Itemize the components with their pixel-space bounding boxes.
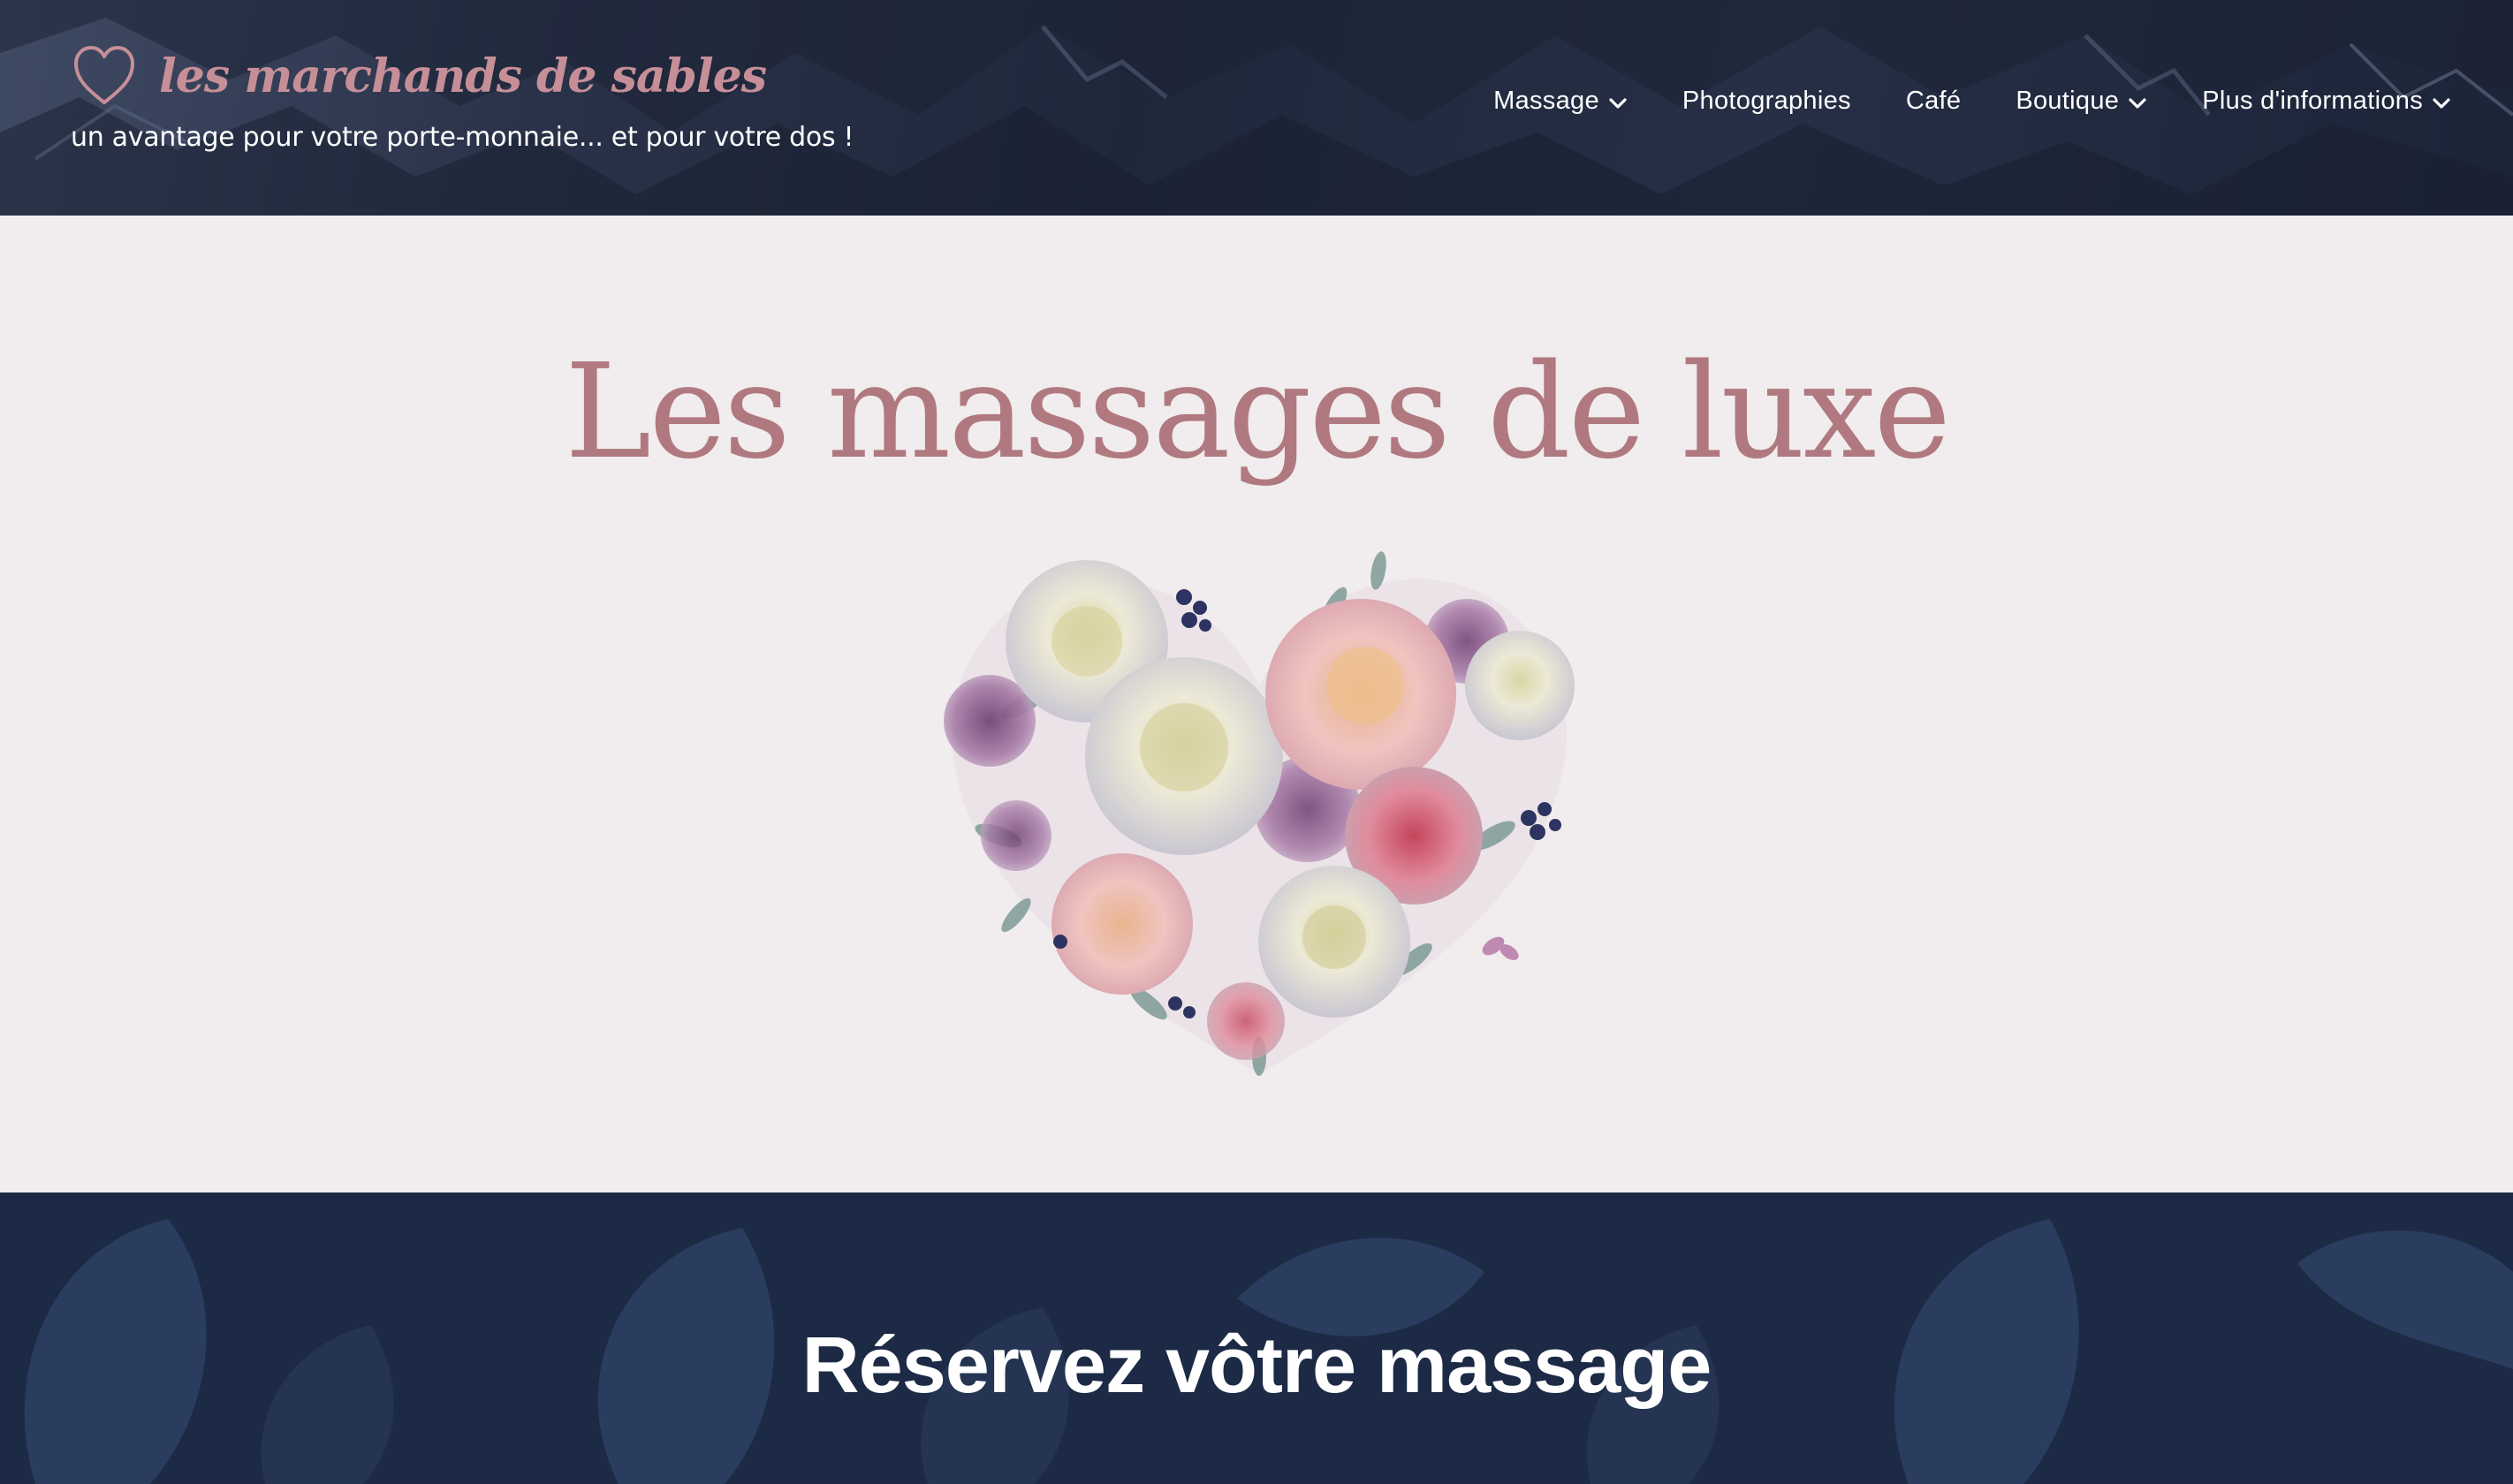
reserve-section: Réservez vôtre massage [0,1192,2513,1484]
chevron-down-icon [2433,97,2450,109]
nav-item-label: Café [1905,87,1962,115]
nav-item-label: Massage [1493,87,1599,115]
chevron-down-icon [1609,97,1627,109]
floral-heart-image [944,551,1575,1076]
nav-item-label: Boutique [2016,87,2120,115]
heart-outline-icon [74,46,134,104]
page-title: Les massages de luxe [565,336,1951,488]
nav-item-cafe[interactable]: Café [1906,87,1961,116]
chevron-down-icon [2129,97,2146,109]
brand-logo[interactable]: les marchands de sables [71,42,767,110]
nav-item-boutique[interactable]: Boutique [2016,87,2147,116]
nav-item-plus-informations[interactable]: Plus d'informations [2202,87,2451,116]
site-header: les marchands de sables un avantage pour… [0,0,2513,216]
brand-tagline: un avantage pour votre porte-monnaie... … [71,122,854,153]
nav-item-label: Photographies [1682,87,1851,115]
main-nav: Massage Photographies Café Boutique Plus… [1493,87,2451,116]
reserve-title: Réservez vôtre massage [801,1321,1712,1410]
nav-item-massage[interactable]: Massage [1493,87,1628,116]
nav-item-photographies[interactable]: Photographies [1682,87,1851,116]
hero-section: Les massages de luxe [0,216,2513,1192]
nav-item-label: Plus d'informations [2202,87,2423,115]
brand-name: les marchands de sables [159,49,767,103]
